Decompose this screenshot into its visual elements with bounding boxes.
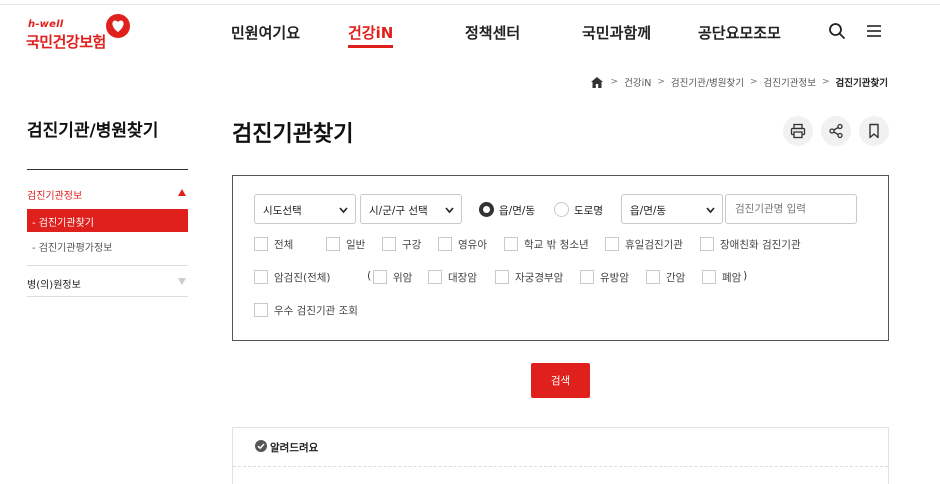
check-label: 일반: [346, 239, 366, 251]
checkbox: [254, 270, 268, 284]
breadcrumb-item-1[interactable]: 건강iN: [624, 75, 651, 89]
sidebar-divider: [27, 265, 188, 266]
search-form: 시도선택 시/군/구 선택 읍/면/동 도로명 읍/면/동 검진기관명 입력 전…: [232, 175, 889, 341]
dong-select-value: 읍/면/동: [630, 205, 667, 217]
check-label: 구강: [402, 239, 422, 251]
notice-title-text: 알려드려요: [270, 442, 319, 454]
gnb-item-with-people[interactable]: 국민과함께: [582, 22, 651, 43]
check-label: 폐암: [722, 272, 742, 284]
search-button[interactable]: 검색: [531, 363, 590, 398]
checkbox: [382, 237, 396, 251]
check-label: 휴일검진기관: [625, 239, 683, 251]
breadcrumb-item-3[interactable]: 검진기관정보: [764, 75, 816, 89]
menu-icon[interactable]: [865, 22, 883, 40]
share-icon: [829, 123, 843, 139]
sidebar-divider: [27, 169, 188, 170]
chevron-down-icon: [706, 207, 715, 214]
page-title: 검진기관찾기: [232, 122, 354, 147]
checkbox: [254, 237, 268, 251]
check-circle-icon: [255, 440, 267, 452]
check-label: 유방암: [600, 272, 629, 284]
sidebar-title: 검진기관/병원찾기: [27, 121, 159, 141]
checkup-name-input[interactable]: 검진기관명 입력: [725, 194, 857, 224]
sidebar-item-find-checkup[interactable]: - 검진기관찾기: [27, 209, 188, 232]
print-icon: [790, 123, 806, 139]
checkbox: [605, 237, 619, 251]
gnb-item-civil[interactable]: 민원여기요: [231, 22, 300, 43]
chevron-right-icon: >: [750, 77, 758, 87]
checkbox: [438, 237, 452, 251]
check-label: 우수 검진기관 조회: [274, 305, 358, 317]
bookmark-button[interactable]: [859, 116, 889, 146]
check-label: 대장암: [448, 272, 477, 284]
radio-label: 읍/면/동: [499, 205, 536, 217]
paren-open: (: [367, 269, 372, 282]
checkbox: [254, 303, 268, 317]
breadcrumb-current: 검진기관찾기: [835, 78, 888, 89]
search-icon[interactable]: [828, 22, 846, 40]
check-label: 전체: [274, 239, 294, 251]
chevron-right-icon: >: [610, 77, 619, 87]
checkbox: [646, 270, 660, 284]
check-label: 간암: [666, 272, 686, 284]
breadcrumb-item-2[interactable]: 검진기관/병원찾기: [671, 75, 744, 89]
dong-select[interactable]: 읍/면/동: [621, 194, 723, 224]
sido-select[interactable]: 시도선택: [254, 194, 356, 224]
checkbox: [428, 270, 442, 284]
sigungu-select-value: 시/군/구 선택: [369, 205, 428, 217]
checkbox: [580, 270, 594, 284]
top-border: [0, 0, 940, 5]
check-label: 자궁경부암: [515, 272, 564, 284]
notice-divider: [233, 466, 888, 467]
sidebar-group-label: 병(의)원정보: [27, 280, 81, 291]
checkbox: [373, 270, 387, 284]
chevron-right-icon: >: [822, 77, 830, 87]
checkbox: [700, 237, 714, 251]
radio-dot: [479, 202, 494, 217]
sidebar-group-hospital-info[interactable]: 병(의)원정보: [27, 276, 188, 291]
checkbox: [495, 270, 509, 284]
check-label: 학교 밖 청소년: [524, 239, 589, 251]
check-label: 영유아: [458, 239, 487, 251]
print-button[interactable]: [783, 116, 813, 146]
checkbox: [702, 270, 716, 284]
chevron-down-icon: [339, 207, 348, 214]
gnb-item-policy[interactable]: 정책센터: [465, 22, 520, 43]
radio-road-name[interactable]: 도로명: [554, 202, 614, 218]
sidebar-group-checkup-info[interactable]: 검진기관정보: [27, 187, 188, 202]
gnb-item-about[interactable]: 공단요모조모: [698, 22, 781, 43]
triangle-down-icon: [178, 278, 186, 285]
heart-logo-icon: [106, 14, 130, 38]
paren-close: ): [743, 269, 748, 282]
check-label: 위암: [393, 272, 413, 284]
logo-main-text: 국민건강보험: [26, 33, 106, 51]
breadcrumb: > 건강iN > 검진기관/병원찾기 > 검진기관정보 > 검진기관찾기: [590, 74, 888, 90]
bookmark-icon: [869, 123, 879, 139]
triangle-up-icon: [178, 189, 186, 196]
sido-select-value: 시도선택: [263, 205, 302, 217]
check-label: 장애친화 검진기관: [720, 239, 801, 251]
chevron-down-icon: [445, 207, 454, 214]
chevron-right-icon: >: [657, 77, 665, 87]
radio-dot: [554, 202, 569, 217]
home-icon[interactable]: [590, 76, 603, 88]
sidebar-item-label: - 검진기관찾기: [32, 218, 94, 229]
logo-hwell-text: h-well: [28, 19, 64, 30]
sidebar-divider: [27, 296, 188, 297]
checkbox: [326, 237, 340, 251]
sidebar-group-label: 검진기관정보: [27, 191, 83, 202]
sidebar-item-checkup-eval[interactable]: - 검진기관평가정보: [27, 234, 188, 257]
gnb-item-health-in[interactable]: 건강iN: [348, 22, 394, 48]
check-label: 암검진(전체): [274, 272, 331, 284]
share-button[interactable]: [821, 116, 851, 146]
sidebar-item-label: - 검진기관평가정보: [32, 243, 113, 254]
notice-panel: 알려드려요: [232, 427, 889, 484]
radio-eup-myeon-dong[interactable]: 읍/면/동: [479, 202, 549, 218]
checkbox: [504, 237, 518, 251]
radio-label: 도로명: [574, 205, 603, 217]
nhis-logo[interactable]: h-well 국민건강보험: [26, 12, 136, 52]
sigungu-select[interactable]: 시/군/구 선택: [360, 194, 462, 224]
